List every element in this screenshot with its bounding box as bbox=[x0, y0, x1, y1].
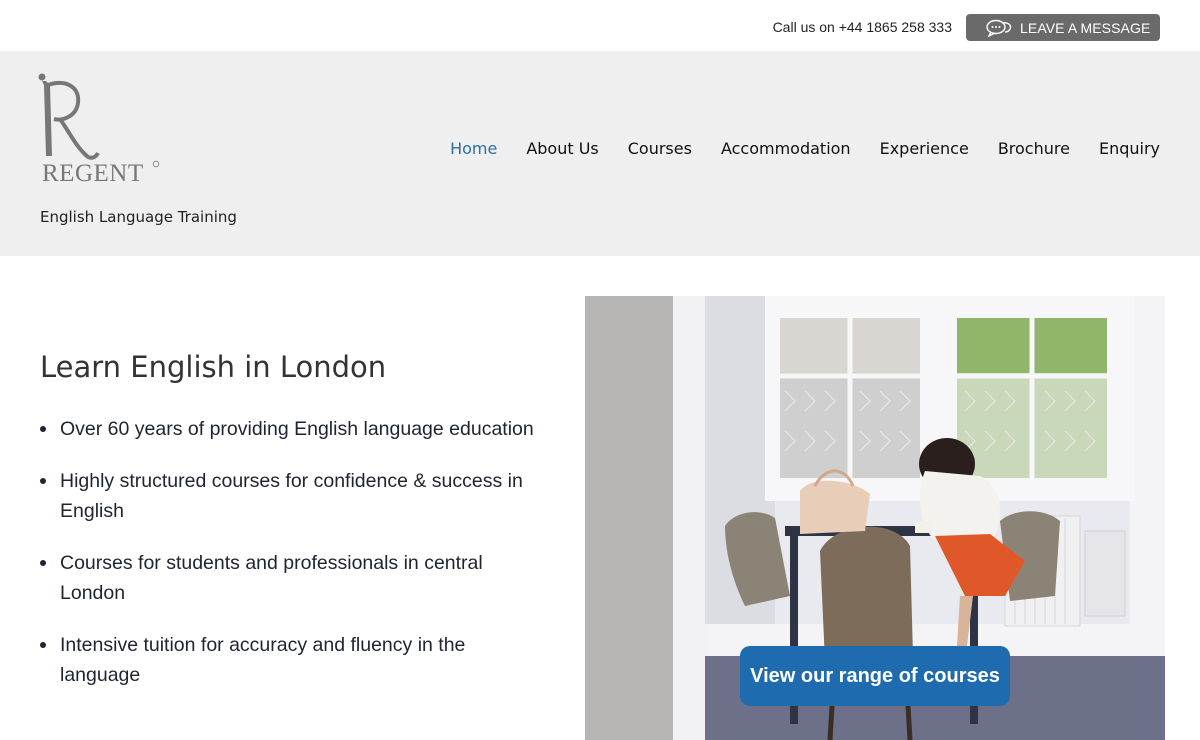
nav-accommodation[interactable]: Accommodation bbox=[721, 139, 851, 158]
site-header: REGENT English Language Training Home Ab… bbox=[0, 51, 1200, 256]
nav-experience[interactable]: Experience bbox=[880, 139, 969, 158]
nav-enquiry[interactable]: Enquiry bbox=[1099, 139, 1160, 158]
nav-home[interactable]: Home bbox=[450, 139, 497, 158]
view-courses-button[interactable]: View our range of courses bbox=[740, 646, 1010, 706]
nav-about-us[interactable]: About Us bbox=[526, 139, 598, 158]
feature-item: Intensive tuition for accuracy and fluen… bbox=[40, 630, 550, 690]
main-nav: Home About Us Courses Accommodation Expe… bbox=[421, 139, 1160, 158]
top-utility-bar: Call us on +44 1865 258 333 LEAVE A MESS… bbox=[0, 0, 1200, 51]
logo-wordmark: REGENT bbox=[42, 160, 144, 186]
leave-message-label: LEAVE A MESSAGE bbox=[1020, 19, 1151, 36]
nav-courses[interactable]: Courses bbox=[628, 139, 692, 158]
feature-item: Over 60 years of providing English langu… bbox=[40, 414, 550, 444]
chat-bubbles-icon bbox=[986, 19, 1012, 37]
regent-logo[interactable]: REGENT bbox=[36, 71, 166, 186]
page-headline: Learn English in London bbox=[40, 350, 387, 384]
feature-item: Highly structured courses for confidence… bbox=[40, 466, 550, 526]
call-us-text[interactable]: Call us on +44 1865 258 333 bbox=[773, 19, 952, 35]
leave-message-button[interactable]: LEAVE A MESSAGE bbox=[966, 14, 1160, 41]
feature-item: Courses for students and professionals i… bbox=[40, 548, 550, 608]
tagline: English Language Training bbox=[40, 208, 237, 226]
nav-brochure[interactable]: Brochure bbox=[998, 139, 1070, 158]
feature-list: Over 60 years of providing English langu… bbox=[40, 414, 550, 712]
